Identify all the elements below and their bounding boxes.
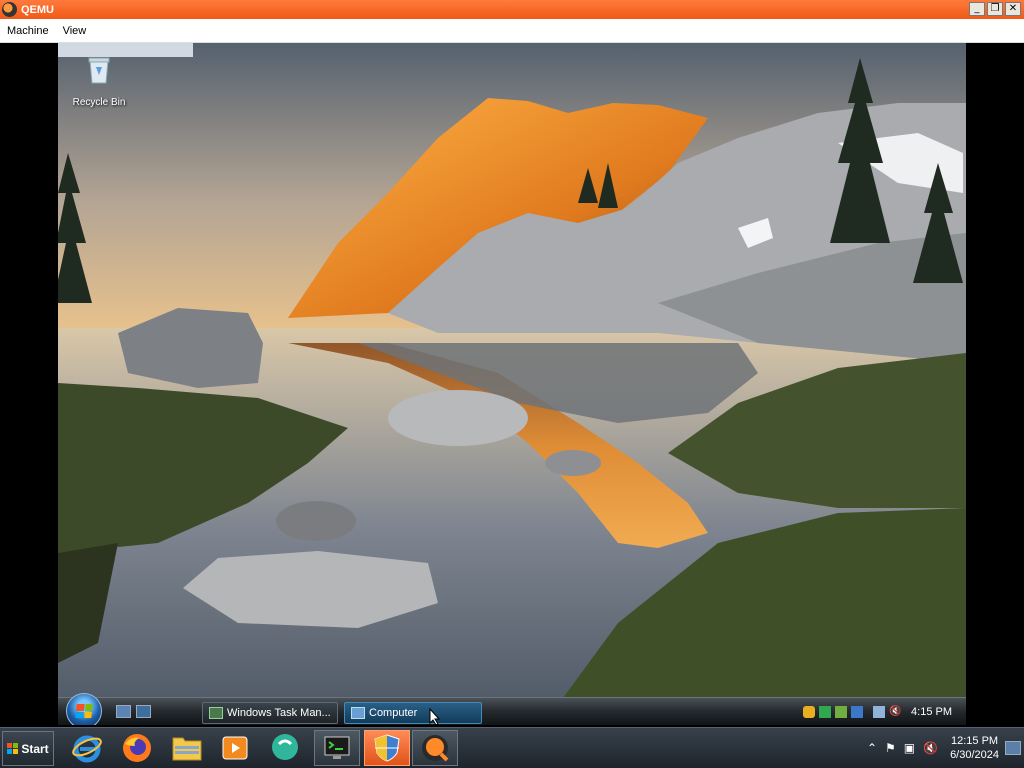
windows-logo-icon (7, 743, 19, 754)
menu-view[interactable]: View (56, 25, 94, 37)
folder-icon (172, 737, 202, 761)
pinned-terminal[interactable] (314, 730, 360, 766)
taskbar-button-label: Windows Task Man... (227, 707, 331, 719)
pinned-chat-app[interactable] (262, 730, 308, 766)
terminal-icon (324, 736, 350, 759)
desktop-wallpaper (58, 43, 966, 725)
green-app-icon[interactable] (819, 705, 832, 718)
show-hidden-icon[interactable]: ⌃ (867, 741, 877, 755)
host-date: 6/30/2024 (950, 749, 999, 761)
windows-logo-icon (75, 704, 93, 718)
start-label: Start (21, 741, 49, 756)
guest-start-orb[interactable] (66, 693, 102, 725)
internet-explorer-icon (72, 735, 102, 763)
task-manager-icon (209, 707, 223, 719)
recycle-bin-label: Recycle Bin (72, 97, 126, 108)
network-icon[interactable]: ▣ (904, 741, 915, 755)
host-system-tray: ⌃ ⚑ ▣ 🔇 12:15 PM 6/30/2024 (867, 728, 1024, 768)
guest-clock[interactable]: 4:15 PM (911, 706, 952, 718)
host-clock[interactable]: 12:15 PM 6/30/2024 (950, 734, 999, 762)
pinned-security[interactable] (364, 730, 410, 766)
pinned-file-explorer[interactable] (164, 730, 210, 766)
pinned-qemu[interactable] (412, 730, 458, 766)
menu-machine[interactable]: Machine (0, 25, 56, 37)
action-center-flag-icon[interactable]: ⚑ (885, 741, 896, 755)
shield-icon (374, 734, 400, 762)
recycle-bin-icon (88, 57, 110, 84)
host-time: 12:15 PM (950, 735, 999, 747)
start-button[interactable]: Start (2, 731, 54, 766)
firefox-icon (123, 734, 151, 762)
qemu-icon (422, 735, 449, 762)
display-icon[interactable] (851, 705, 864, 718)
network-status-icon[interactable] (835, 705, 848, 718)
menu-bar: Machine View (0, 19, 1024, 43)
pinned-internet-explorer[interactable] (64, 730, 110, 766)
window-title: QEMU (21, 3, 54, 16)
qemu-logo-icon (2, 2, 17, 17)
taskbar-button-computer[interactable]: Computer (344, 702, 482, 724)
volume-muted-icon[interactable]: 🔇 (923, 741, 938, 755)
shield-warning-icon[interactable] (803, 705, 816, 718)
volume-muted-icon[interactable]: 🔇 (889, 706, 901, 718)
guest-system-tray: 🔇 4:15 PM (799, 698, 966, 725)
qemu-titlebar[interactable]: QEMU _ ❐ ✕ (0, 0, 1024, 19)
guest-screen[interactable]: Recycle Bin Windows Task Man... Computer… (58, 43, 966, 725)
network-icon[interactable] (873, 705, 886, 718)
taskbar-button-task-manager[interactable]: Windows Task Man... (202, 702, 338, 724)
recycle-bin-shortcut[interactable]: Recycle Bin (64, 55, 134, 108)
media-player-icon (222, 736, 248, 760)
host-taskbar: Start ⌃ ⚑ ▣ 🔇 12:15 PM 6/30/2024 (0, 727, 1024, 768)
restore-button[interactable]: ❐ (987, 2, 1003, 16)
taskbar-button-label: Computer (369, 707, 418, 719)
computer-icon (351, 707, 365, 719)
switch-windows-icon[interactable] (136, 705, 151, 718)
show-desktop-icon[interactable] (116, 705, 131, 718)
window-controls: _ ❐ ✕ (969, 2, 1021, 16)
minimize-button[interactable]: _ (969, 2, 985, 16)
mouse-cursor-icon (429, 708, 441, 726)
pinned-media-player[interactable] (212, 730, 258, 766)
close-button[interactable]: ✕ (1005, 2, 1021, 16)
chat-bubble-icon (272, 734, 298, 760)
pinned-firefox[interactable] (114, 730, 160, 766)
guest-taskbar: Windows Task Man... Computer 🔇 4:15 PM (58, 693, 966, 725)
show-desktop-button[interactable] (1005, 741, 1021, 755)
